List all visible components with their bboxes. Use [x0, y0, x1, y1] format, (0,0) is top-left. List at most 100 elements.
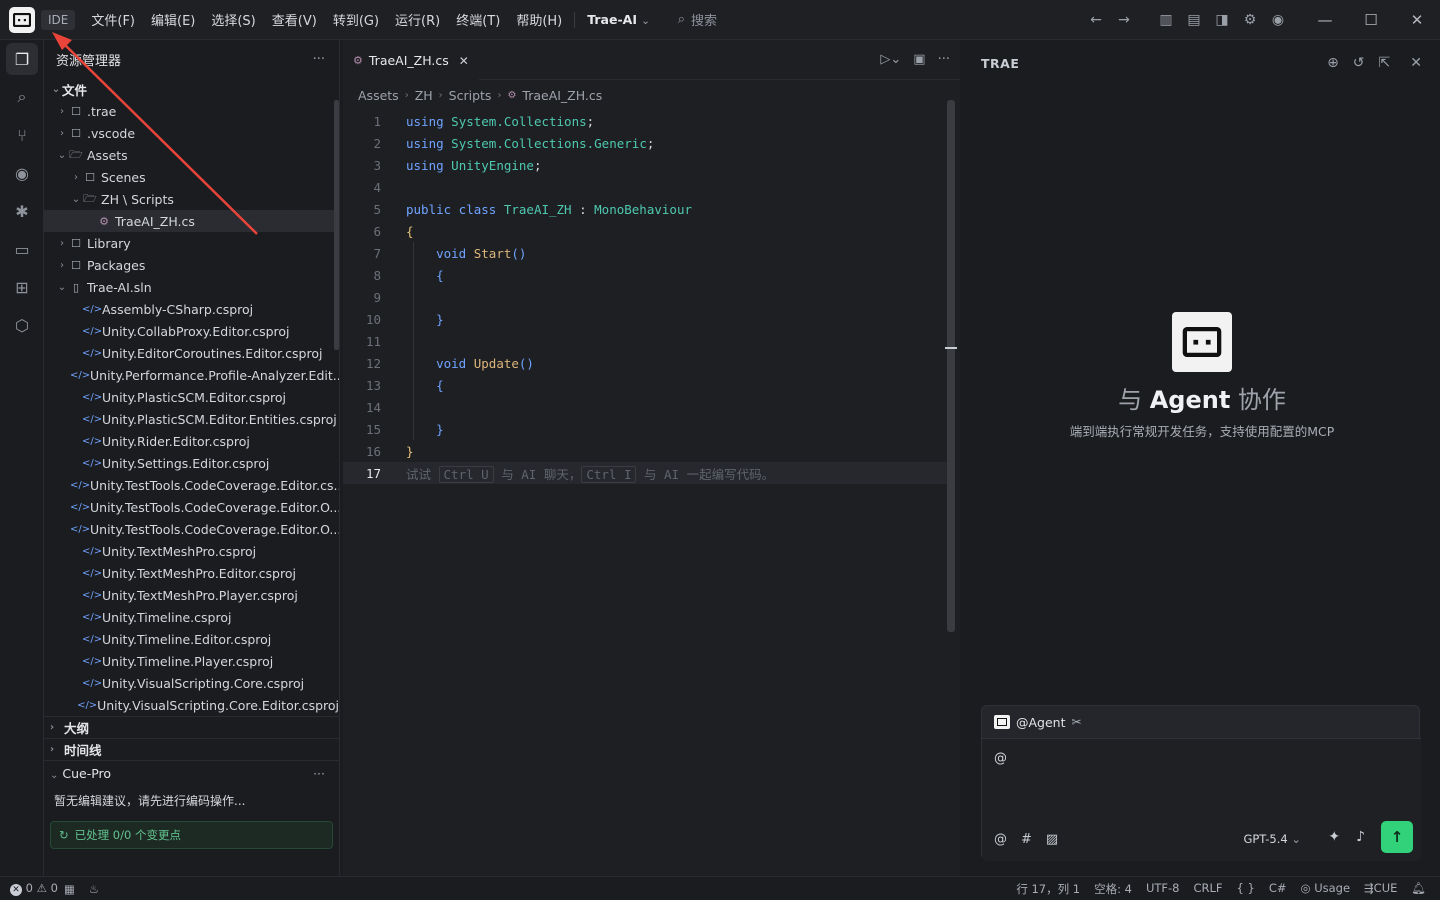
breadcrumb-item[interactable]: ZH — [415, 88, 433, 103]
menu-run[interactable]: 运行(R) — [395, 10, 440, 29]
tree-file[interactable]: </> Unity.Timeline.Editor.csproj — [44, 628, 339, 650]
extensions-activity[interactable]: ⊞ — [0, 268, 44, 306]
back-arrow-icon[interactable]: ← — [1082, 12, 1110, 28]
tree-folder[interactable]: › ☐ .vscode — [44, 122, 339, 144]
braces-indicator[interactable]: { } — [1237, 881, 1255, 897]
chat-input-area[interactable]: @ @ # ▨ GPT-5.4 ⌄ ✦ ♪ ↑ — [982, 738, 1421, 861]
close-icon[interactable]: ✕ — [459, 54, 469, 68]
toggle-panel-icon[interactable]: ▤ — [1180, 12, 1208, 28]
tree-file[interactable]: </> Unity.Timeline.csproj — [44, 606, 339, 628]
remote-activity[interactable]: ▭ — [0, 230, 44, 268]
send-button[interactable]: ↑ — [1381, 821, 1413, 853]
menu-help[interactable]: 帮助(H) — [516, 10, 562, 29]
account-icon[interactable]: ◉ — [1264, 12, 1292, 28]
tree-file[interactable]: ⚙ TraeAI_ZH.cs — [44, 210, 339, 232]
toggle-sidebar-icon[interactable]: ▥ — [1152, 12, 1180, 28]
image-icon[interactable]: ▨ — [1046, 832, 1058, 847]
tree-folder[interactable]: › ☐ Packages — [44, 254, 339, 276]
microphone-icon[interactable]: ♪ — [1356, 829, 1365, 845]
cue-indicator[interactable]: ⇶CUE — [1364, 881, 1397, 897]
tree-file[interactable]: </> Assembly-CSharp.csproj — [44, 298, 339, 320]
debug-activity[interactable]: ✱ — [0, 192, 44, 230]
indentation[interactable]: 空格: 4 — [1094, 881, 1132, 897]
code-editor[interactable]: 1 using System.Collections; 2 using System… — [343, 110, 955, 484]
flame-icon[interactable]: ♨ — [89, 882, 99, 896]
search-box[interactable]: ⌕ 搜索 — [678, 10, 717, 29]
more-icon[interactable]: ··· — [313, 52, 325, 67]
usage-indicator[interactable]: ◎ Usage — [1300, 881, 1350, 897]
tree-folder[interactable]: › ☐ .trae — [44, 100, 339, 122]
tree-file[interactable]: </> Unity.TextMeshPro.Editor.csproj — [44, 562, 339, 584]
tree-file[interactable]: </> Unity.TestTools.CodeCoverage.Editor.c… — [44, 474, 339, 496]
explorer-activity[interactable]: ❐ — [0, 40, 44, 78]
ide-mode-tag[interactable]: IDE — [41, 9, 76, 30]
more-icon[interactable]: ··· — [313, 766, 325, 781]
tab-traeai-zh-cs[interactable]: ⚙ TraeAI_ZH.cs ✕ — [343, 39, 479, 80]
tree-file[interactable]: </> Unity.Rider.Editor.csproj — [44, 430, 339, 452]
cue-pro-section[interactable]: ⌄ Cue-Pro ··· — [44, 760, 339, 786]
outline-section[interactable]: › 大纲 — [44, 716, 339, 738]
menu-terminal[interactable]: 终端(T) — [456, 10, 500, 29]
tree-file[interactable]: </> Unity.PlasticSCM.Editor.Entities.cspr… — [44, 408, 339, 430]
notifications-bell-icon[interactable]: 🔔︎ — [1411, 881, 1426, 897]
tree-file[interactable]: </> Unity.PlasticSCM.Editor.csproj — [44, 386, 339, 408]
cursor-position[interactable]: 行 17，列 1 — [1016, 881, 1080, 897]
tree-file[interactable]: </> Unity.VisualScripting.Core.csproj — [44, 672, 339, 694]
split-editor-icon[interactable]: ▣ — [913, 52, 925, 67]
tree-folder[interactable]: › ☐ Library — [44, 232, 339, 254]
run-icon[interactable]: ▷⌄ — [880, 52, 901, 67]
breadcrumb-item[interactable]: Scripts — [449, 88, 492, 103]
problems-indicator[interactable]: ✕ 0 ⚠ 0 — [10, 881, 58, 896]
breadcrumb-item[interactable]: TraeAI_ZH.cs — [522, 88, 602, 103]
tree-file[interactable]: </> Unity.TestTools.CodeCoverage.Editor.O… — [44, 518, 339, 540]
language-mode[interactable]: C# — [1269, 881, 1287, 897]
menu-view[interactable]: 查看(V) — [272, 10, 317, 29]
project-switcher[interactable]: Trae-AI ⌄ — [587, 12, 650, 27]
tree-file[interactable]: </> Unity.Performance.Profile-Analyzer.Ed… — [44, 364, 339, 386]
line-ending[interactable]: CRLF — [1193, 881, 1222, 897]
cue-pro-status[interactable]: ↻ 已处理 0/0 个变更点 — [50, 821, 333, 849]
tree-file[interactable]: </> Unity.Settings.Editor.csproj — [44, 452, 339, 474]
menu-go[interactable]: 转到(G) — [333, 10, 379, 29]
agent-selector[interactable]: @Agent ✂ — [982, 706, 1419, 738]
packages-activity[interactable]: ⬡ — [0, 306, 44, 344]
explorer-scrollbar[interactable] — [334, 100, 339, 350]
history-icon[interactable]: ↺ — [1353, 55, 1365, 71]
files-section-header[interactable]: ⌄ 文件 — [44, 78, 339, 100]
sparkle-icon[interactable]: ✦ — [1328, 829, 1340, 845]
open-external-icon[interactable]: ⇱ — [1379, 55, 1391, 71]
tree-file[interactable]: </> Unity.TestTools.CodeCoverage.Editor.O… — [44, 496, 339, 518]
more-icon[interactable]: ··· — [938, 52, 950, 67]
close-window-button[interactable]: ✕ — [1394, 11, 1440, 29]
search-activity[interactable]: ⌕ — [0, 78, 44, 116]
toggle-aux-bar-icon[interactable]: ◨ — [1208, 12, 1236, 28]
tree-file[interactable]: ⌄ ▯ Trae-AI.sln — [44, 276, 339, 298]
model-selector[interactable]: GPT-5.4 ⌄ — [1243, 832, 1301, 846]
forward-arrow-icon[interactable]: → — [1110, 12, 1138, 28]
tree-folder[interactable]: ⌄ 🗁︎ Assets — [44, 144, 339, 166]
menu-file[interactable]: 文件(F) — [91, 10, 135, 29]
tree-file[interactable]: </> Unity.CollabProxy.Editor.csproj — [44, 320, 339, 342]
settings-gear-icon[interactable]: ⚙ — [1236, 12, 1264, 28]
menu-selection[interactable]: 选择(S) — [211, 10, 255, 29]
mention-icon[interactable]: @ — [994, 832, 1007, 847]
timeline-section[interactable]: › 时间线 — [44, 738, 339, 760]
tree-file[interactable]: </> Unity.VisualScripting.Core.Editor.csp… — [44, 694, 339, 716]
editor-scrollbar[interactable] — [947, 100, 955, 632]
tree-folder[interactable]: ⌄ 🗁︎ ZH \ Scripts — [44, 188, 339, 210]
encoding[interactable]: UTF-8 — [1146, 881, 1180, 897]
tree-file[interactable]: </> Unity.Timeline.Player.csproj — [44, 650, 339, 672]
maximize-button[interactable]: ☐ — [1348, 11, 1394, 29]
new-chat-icon[interactable]: ⊕ — [1327, 55, 1339, 71]
trae-logo[interactable] — [9, 6, 35, 33]
ports-icon[interactable]: ▦ — [64, 882, 75, 896]
tree-file[interactable]: </> Unity.EditorCoroutines.Editor.csproj — [44, 342, 339, 364]
preview-activity[interactable]: ◉ — [0, 154, 44, 192]
tree-file[interactable]: </> Unity.TextMeshPro.csproj — [44, 540, 339, 562]
chat-input[interactable]: @ — [994, 751, 1007, 766]
breadcrumb-item[interactable]: Assets — [358, 88, 399, 103]
tree-folder[interactable]: › ☐ Scenes — [44, 166, 339, 188]
menu-edit[interactable]: 编辑(E) — [151, 10, 195, 29]
hashtag-icon[interactable]: # — [1021, 832, 1032, 847]
tree-file[interactable]: </> Unity.TextMeshPro.Player.csproj — [44, 584, 339, 606]
